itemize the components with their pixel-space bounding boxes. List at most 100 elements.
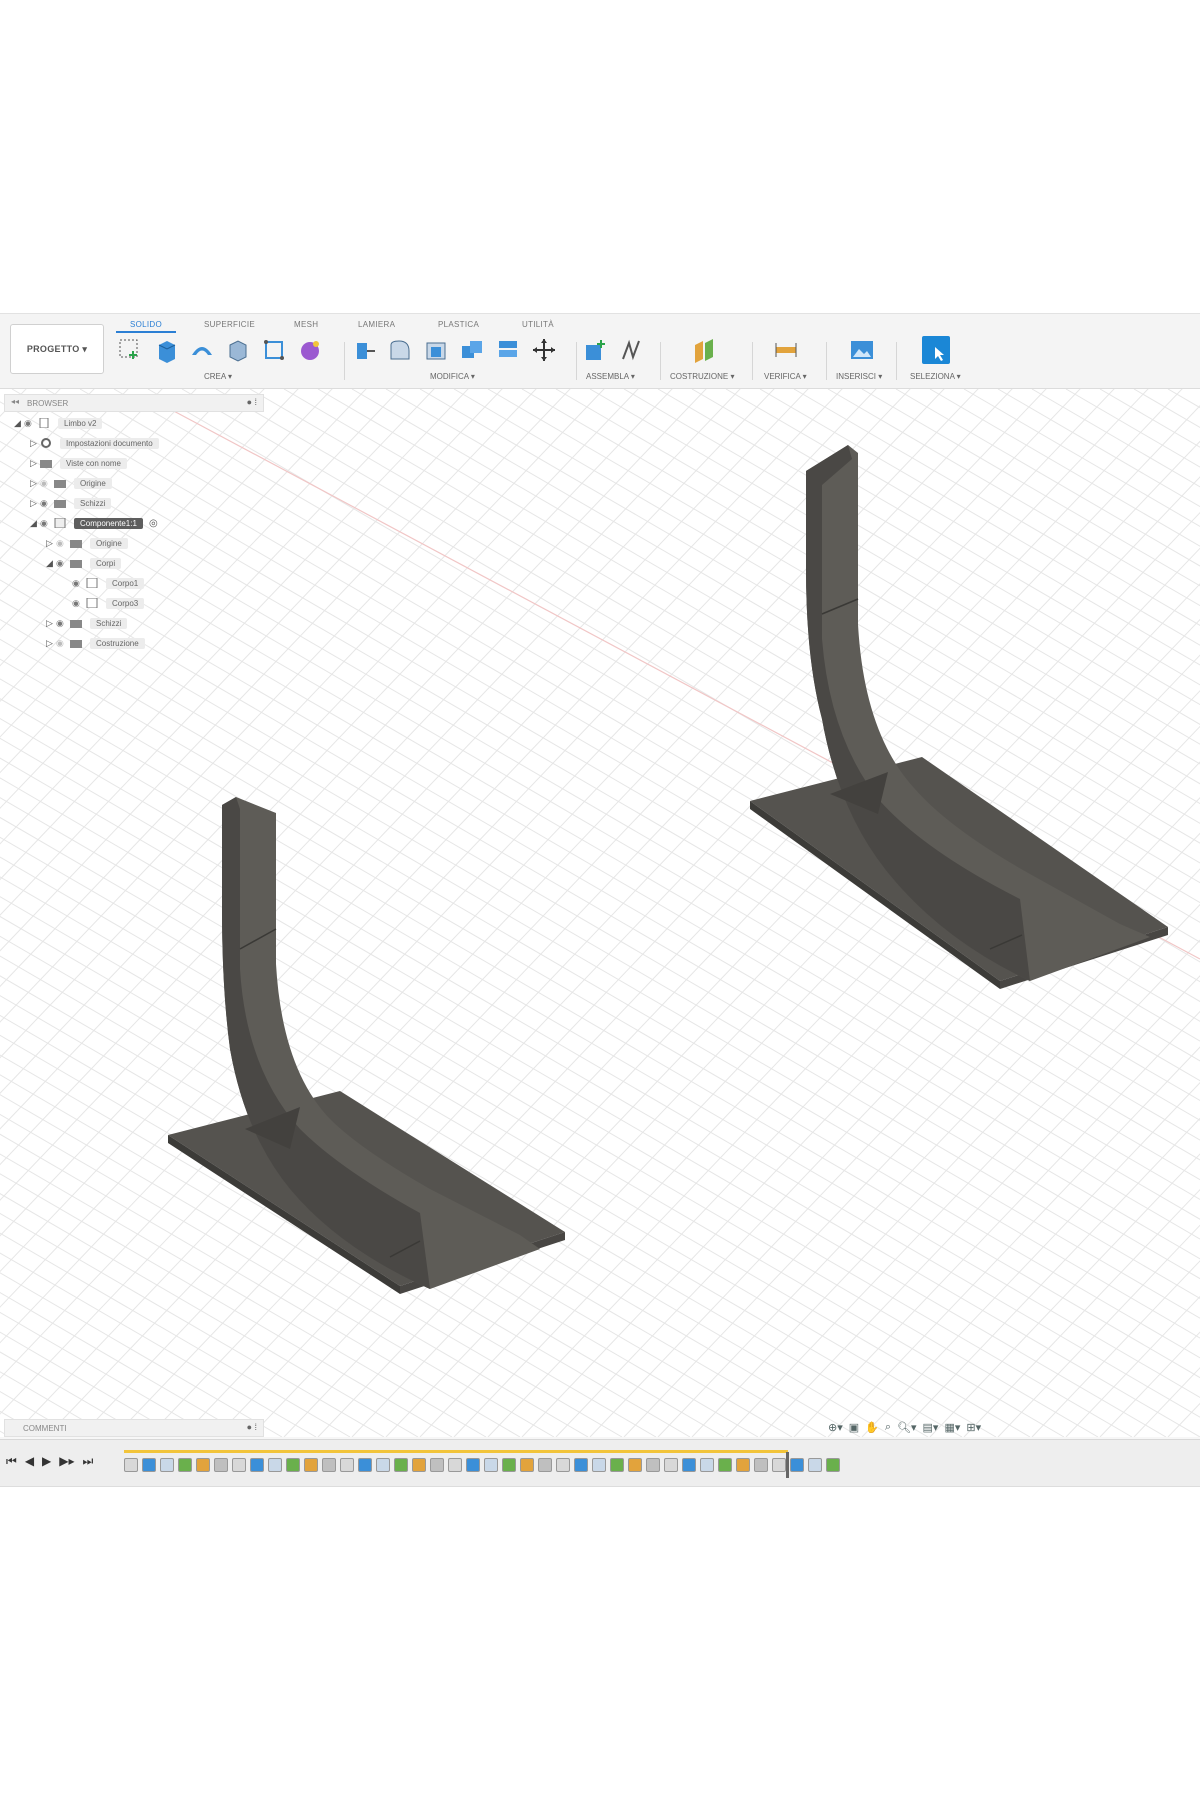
fillet-icon[interactable] bbox=[386, 336, 414, 364]
timeline-feature-icon[interactable] bbox=[700, 1458, 714, 1472]
timeline-feature-icon[interactable] bbox=[502, 1458, 516, 1472]
timeline-feature-icon[interactable] bbox=[196, 1458, 210, 1472]
select-menu[interactable]: SELEZIONA ▾ bbox=[910, 372, 961, 381]
project-button[interactable]: PROGETTO ▾ bbox=[10, 324, 104, 374]
zoom-window-icon[interactable]: ⌕ bbox=[885, 1421, 891, 1434]
timeline-marker[interactable] bbox=[786, 1452, 789, 1478]
timeline-feature-icon[interactable] bbox=[178, 1458, 192, 1472]
tree-node[interactable]: ▷ ◉ Origine bbox=[30, 474, 112, 492]
timeline-feature-icon[interactable] bbox=[376, 1458, 390, 1472]
create-menu[interactable]: CREA ▾ bbox=[204, 372, 232, 381]
expand-icon[interactable]: ▷ bbox=[30, 498, 40, 509]
construct-menu[interactable]: COSTRUZIONE ▾ bbox=[670, 372, 734, 381]
tree-node[interactable]: ◢ ◉ Corpi bbox=[46, 554, 122, 572]
measure-icon[interactable] bbox=[772, 336, 800, 364]
shell-icon[interactable] bbox=[422, 336, 450, 364]
timeline-feature-icon[interactable] bbox=[250, 1458, 264, 1472]
step-forward-icon[interactable]: ▶▸ bbox=[59, 1454, 74, 1469]
timeline-feature-icon[interactable] bbox=[556, 1458, 570, 1472]
activate-radio-icon[interactable]: ◎ bbox=[149, 518, 158, 529]
expand-icon[interactable]: ◢ bbox=[46, 558, 56, 569]
timeline-feature-icon[interactable] bbox=[754, 1458, 768, 1472]
timeline-feature-icon[interactable] bbox=[124, 1458, 138, 1472]
tree-node[interactable]: ▷ ◉ Origine bbox=[46, 534, 128, 552]
expand-icon[interactable]: ▷ bbox=[30, 438, 40, 449]
revolve-icon[interactable] bbox=[188, 336, 216, 364]
visibility-eye-icon[interactable]: ◉ bbox=[40, 498, 54, 509]
orbit-icon[interactable]: ⊕▾ bbox=[828, 1421, 843, 1434]
display-settings-icon[interactable]: ▤▾ bbox=[923, 1421, 939, 1434]
new-component-icon[interactable] bbox=[582, 336, 610, 364]
tab-solido[interactable]: SOLIDO bbox=[115, 320, 177, 333]
joint-icon[interactable] bbox=[618, 336, 646, 364]
visibility-eye-icon[interactable]: ◉ bbox=[56, 638, 70, 649]
timeline-feature-icon[interactable] bbox=[412, 1458, 426, 1472]
timeline-feature-icon[interactable] bbox=[718, 1458, 732, 1472]
step-back-icon[interactable]: ◀ bbox=[25, 1454, 34, 1469]
timeline-feature-icon[interactable] bbox=[628, 1458, 642, 1472]
timeline-feature-icon[interactable] bbox=[160, 1458, 174, 1472]
collapse-icon[interactable]: ◂◂ bbox=[11, 397, 19, 406]
extrude-icon[interactable] bbox=[152, 336, 180, 364]
expand-icon[interactable]: ◢ bbox=[30, 518, 40, 529]
timeline-feature-icon[interactable] bbox=[808, 1458, 822, 1472]
scale-icon[interactable] bbox=[494, 336, 522, 364]
panel-pin-icon[interactable]: ● ⁞ bbox=[247, 1422, 257, 1432]
stand-model-left[interactable] bbox=[168, 797, 565, 1294]
tree-node-body[interactable]: ◉ Corpo3 bbox=[72, 594, 145, 612]
timeline-feature-icon[interactable] bbox=[592, 1458, 606, 1472]
tab-lamiera[interactable]: LAMIERA bbox=[358, 320, 395, 329]
timeline-feature-icon[interactable] bbox=[610, 1458, 624, 1472]
timeline-feature-icon[interactable] bbox=[538, 1458, 552, 1472]
expand-icon[interactable]: ◢ bbox=[14, 418, 24, 429]
timeline-feature-icon[interactable] bbox=[340, 1458, 354, 1472]
zoom-icon[interactable]: 🔍︎▾ bbox=[897, 1421, 917, 1434]
timeline-feature-icon[interactable] bbox=[826, 1458, 840, 1472]
tab-superficie[interactable]: SUPERFICIE bbox=[204, 320, 255, 329]
timeline-track[interactable] bbox=[124, 1450, 840, 1476]
look-at-icon[interactable]: ▣ bbox=[849, 1421, 859, 1434]
visibility-eye-icon[interactable]: ◉ bbox=[72, 598, 86, 609]
combine-icon[interactable] bbox=[458, 336, 486, 364]
expand-icon[interactable]: ▷ bbox=[30, 458, 40, 469]
viewports-icon[interactable]: ⊞▾ bbox=[966, 1421, 981, 1434]
select-cursor-icon[interactable] bbox=[922, 336, 950, 364]
tab-plastica[interactable]: PLASTICA bbox=[438, 320, 479, 329]
timeline-feature-icon[interactable] bbox=[520, 1458, 534, 1472]
assemble-menu[interactable]: ASSEMBLA ▾ bbox=[586, 372, 635, 381]
timeline-feature-icon[interactable] bbox=[448, 1458, 462, 1472]
timeline-feature-icon[interactable] bbox=[268, 1458, 282, 1472]
timeline-feature-icon[interactable] bbox=[466, 1458, 480, 1472]
timeline-feature-icon[interactable] bbox=[664, 1458, 678, 1472]
form-icon[interactable] bbox=[296, 336, 324, 364]
timeline-feature-icon[interactable] bbox=[322, 1458, 336, 1472]
timeline-feature-icon[interactable] bbox=[142, 1458, 156, 1472]
canvas-viewport[interactable] bbox=[0, 389, 1200, 1437]
panel-pin-icon[interactable]: ● ⁞ bbox=[247, 397, 257, 407]
tree-node-component[interactable]: ◢ ◉ Componente1:1 ◎ bbox=[30, 514, 158, 532]
visibility-eye-icon[interactable]: ◉ bbox=[56, 538, 70, 549]
tree-node[interactable]: ▷ ◉ Schizzi bbox=[30, 494, 112, 512]
move-icon[interactable] bbox=[530, 336, 558, 364]
tree-node-root[interactable]: ◢ ◉ Limbo v2 bbox=[14, 414, 103, 432]
timeline-feature-icon[interactable] bbox=[682, 1458, 696, 1472]
offset-plane-icon[interactable] bbox=[690, 336, 718, 364]
insert-menu[interactable]: INSERISCI ▾ bbox=[836, 372, 882, 381]
grid-settings-icon[interactable]: ▦▾ bbox=[944, 1421, 960, 1434]
expand-icon[interactable]: ▷ bbox=[46, 638, 56, 649]
tab-mesh[interactable]: MESH bbox=[294, 320, 318, 329]
visibility-eye-icon[interactable]: ◉ bbox=[72, 578, 86, 589]
expand-icon[interactable]: ▷ bbox=[30, 478, 40, 489]
expand-icon[interactable]: ▷ bbox=[46, 618, 56, 629]
tab-utilita[interactable]: UTILITÀ bbox=[522, 320, 554, 329]
tree-node[interactable]: ▷ Viste con nome bbox=[30, 454, 127, 472]
go-to-end-icon[interactable]: ⏭ bbox=[83, 1454, 94, 1469]
timeline-feature-icon[interactable] bbox=[358, 1458, 372, 1472]
insert-image-icon[interactable] bbox=[848, 336, 876, 364]
pan-hand-icon[interactable]: ✋ bbox=[865, 1421, 879, 1434]
timeline-feature-icon[interactable] bbox=[790, 1458, 804, 1472]
browser-panel-header[interactable]: ◂◂ BROWSER ● ⁞ bbox=[4, 394, 264, 412]
expand-icon[interactable]: ▷ bbox=[46, 538, 56, 549]
modify-menu[interactable]: MODIFICA ▾ bbox=[430, 372, 475, 381]
tree-node[interactable]: ▷ ◉ Schizzi bbox=[46, 614, 128, 632]
